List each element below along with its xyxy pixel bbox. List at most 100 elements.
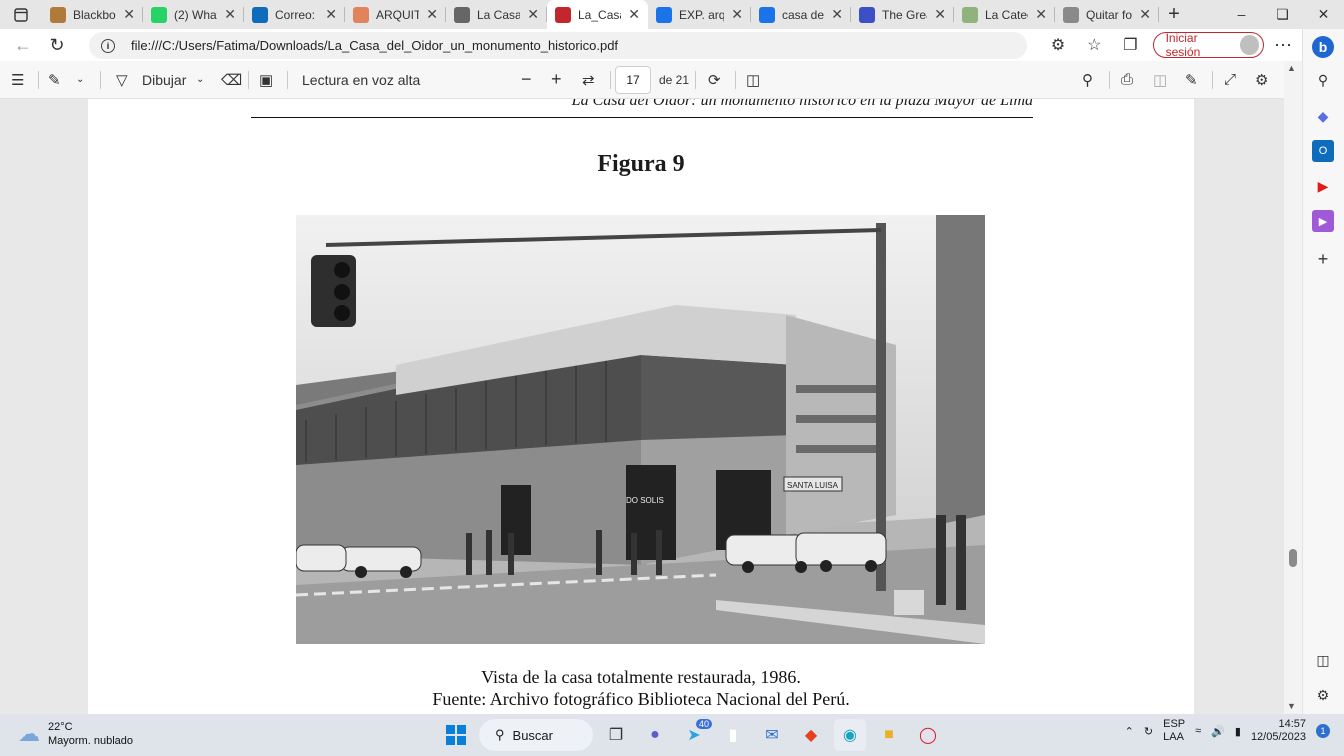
minimize-button[interactable]: – (1221, 0, 1262, 29)
close-tab-icon[interactable]: ✕ (934, 6, 946, 23)
close-tab-icon[interactable]: ✕ (527, 6, 539, 23)
file-icon[interactable]: ▮ (717, 719, 749, 751)
draw-button[interactable]: Dibujar (142, 72, 186, 88)
lang-code: ESP (1163, 718, 1186, 730)
tab-5[interactable]: La Casa d ✕ (446, 0, 547, 29)
document-viewer[interactable]: La Casa del Oidor: un monumento históric… (0, 99, 1284, 714)
sidebar-search-icon[interactable]: ⚲ (1312, 69, 1334, 91)
mail-icon[interactable]: ✉ (756, 719, 788, 751)
tab-6[interactable]: La_Casa_c ✕ (547, 0, 648, 29)
collections-icon[interactable]: ❐ (1112, 35, 1148, 55)
find-icon[interactable]: ⚲ (1082, 71, 1093, 89)
tab-8[interactable]: casa del c ✕ (751, 0, 851, 29)
draw-chevron-icon[interactable]: ⌄ (196, 74, 204, 85)
close-tab-icon[interactable]: ✕ (731, 6, 743, 23)
highlight-chevron-icon[interactable]: ⌄ (76, 74, 84, 85)
anydesk-icon[interactable]: ◆ (795, 719, 827, 751)
close-tab-icon[interactable]: ✕ (123, 6, 135, 23)
taskbar-search[interactable]: ⚲ Buscar (479, 719, 593, 751)
url-field[interactable]: i file:///C:/Users/Fatima/Downloads/La_C… (89, 32, 1027, 59)
scroll-down-icon[interactable]: ▼ (1287, 701, 1296, 711)
tab-1[interactable]: Blackboa ✕ (42, 0, 143, 29)
sidebar-toggle-icon[interactable]: ◫ (1312, 649, 1334, 671)
search-icon (759, 6, 775, 23)
tab-strip: Blackboa✕(2) Whats✕Correo: F✕ARQUITE✕La … (0, 0, 1344, 29)
close-tab-icon[interactable]: ✕ (628, 6, 640, 23)
extensions-icon[interactable]: ⚙ (1040, 35, 1076, 55)
copilot-icon[interactable]: b (1312, 36, 1334, 58)
zoom-in-icon[interactable]: + (551, 69, 562, 90)
close-tab-icon[interactable]: ✕ (831, 6, 843, 23)
print-icon[interactable]: ⎙ (1121, 71, 1133, 88)
tab-2[interactable]: (2) Whats ✕ (143, 0, 244, 29)
start-button[interactable] (440, 719, 472, 751)
pdf-scrollbar[interactable]: ▲ ▼ (1284, 61, 1302, 714)
file-explorer-icon[interactable]: ■ (873, 719, 905, 751)
wifi-icon[interactable]: ≈ (1195, 725, 1201, 737)
zoom-out-icon[interactable]: − (521, 69, 532, 90)
text-box-icon[interactable]: ▣ (259, 71, 273, 89)
tray-chevron-icon[interactable]: ⌃ (1125, 725, 1134, 738)
maximize-button[interactable]: ❏ (1262, 0, 1303, 29)
more-menu-icon[interactable]: ⋯ (1264, 35, 1302, 56)
telegram-icon[interactable]: ➤ 40 (678, 719, 712, 751)
draw-icon[interactable]: ▽ (116, 71, 128, 89)
page-view-icon[interactable]: ◫ (746, 71, 760, 89)
info-icon[interactable]: i (101, 38, 115, 53)
close-tab-icon[interactable]: ✕ (426, 6, 438, 23)
sidebar-settings-icon[interactable]: ⚙ (1312, 684, 1334, 706)
language-indicator[interactable]: ESP LAA (1163, 718, 1185, 744)
back-button[interactable]: ← (6, 35, 40, 56)
eraser-icon[interactable]: ⌫ (221, 71, 242, 89)
tab-actions-button[interactable] (0, 0, 42, 29)
scroll-up-icon[interactable]: ▲ (1287, 63, 1296, 73)
youtube-icon[interactable]: ▶ (1312, 175, 1334, 197)
outlook-sidebar-icon[interactable]: O (1312, 140, 1334, 162)
close-tab-icon[interactable]: ✕ (1139, 6, 1151, 23)
address-bar: ← ↻ i file:///C:/Users/Fatima/Downloads/… (0, 29, 1302, 61)
close-tab-icon[interactable]: ✕ (325, 6, 337, 23)
rotate-icon[interactable]: ⟳ (708, 71, 721, 89)
refresh-button[interactable]: ↻ (40, 35, 74, 56)
save-icon[interactable]: ◫ (1153, 71, 1167, 89)
tab-actions-icon (14, 7, 28, 22)
apps-icon[interactable]: ▶ (1312, 210, 1334, 232)
tab-9[interactable]: The Great ✕ (851, 0, 954, 29)
favorites-icon[interactable]: ☆ (1076, 35, 1112, 55)
tab-title: (2) Whats (174, 7, 217, 22)
tab-7[interactable]: EXP. arq. ✕ (648, 0, 751, 29)
teams-icon[interactable]: ● (639, 719, 671, 751)
close-tab-icon[interactable]: ✕ (224, 6, 236, 23)
close-tab-icon[interactable]: ✕ (1035, 6, 1047, 23)
fullscreen-icon[interactable]: ⤢ (1224, 71, 1236, 88)
clock-time: 14:57 (1278, 718, 1306, 730)
scrollbar-thumb[interactable] (1289, 549, 1297, 567)
tab-10[interactable]: La Catedr ✕ (954, 0, 1055, 29)
tab-4[interactable]: ARQUITE ✕ (345, 0, 446, 29)
close-window-button[interactable]: ✕ (1303, 0, 1344, 29)
contents-icon[interactable]: ☰ (11, 71, 24, 89)
volume-icon[interactable]: 🔊 (1211, 725, 1225, 738)
search-icon: ⚲ (495, 727, 505, 742)
fit-width-icon[interactable]: ⇄ (582, 71, 595, 89)
task-view-icon[interactable]: ❐ (600, 719, 632, 751)
sync-icon[interactable]: ↻ (1144, 725, 1153, 738)
battery-icon[interactable]: ▮ (1235, 725, 1241, 738)
weather-widget[interactable]: ☁ 22°C Mayorm. nublado (18, 720, 133, 748)
highlight-icon[interactable]: ✎ (48, 71, 61, 89)
signin-button[interactable]: Iniciar sesión (1152, 31, 1264, 59)
notification-badge[interactable]: 1 (1316, 724, 1330, 738)
new-tab-button[interactable]: + (1159, 3, 1189, 26)
page-number-input[interactable]: 17 (615, 66, 651, 94)
read-aloud-button[interactable]: Lectura en voz alta (302, 72, 420, 88)
edge-taskbar-icon[interactable]: ◉ (834, 719, 866, 751)
opera-icon[interactable]: ◯ (912, 719, 944, 751)
pdf-settings-icon[interactable]: ⚙ (1255, 71, 1268, 89)
telegram-badge: 40 (695, 719, 712, 729)
tab-11[interactable]: Quitar for ✕ (1055, 0, 1159, 29)
add-sidebar-icon[interactable]: + (1312, 248, 1334, 270)
tab-3[interactable]: Correo: F ✕ (244, 0, 345, 29)
shopping-icon[interactable]: ◆ (1312, 105, 1334, 127)
clock[interactable]: 14:57 12/05/2023 (1251, 718, 1306, 744)
save-as-icon[interactable]: ✎ (1185, 71, 1198, 89)
